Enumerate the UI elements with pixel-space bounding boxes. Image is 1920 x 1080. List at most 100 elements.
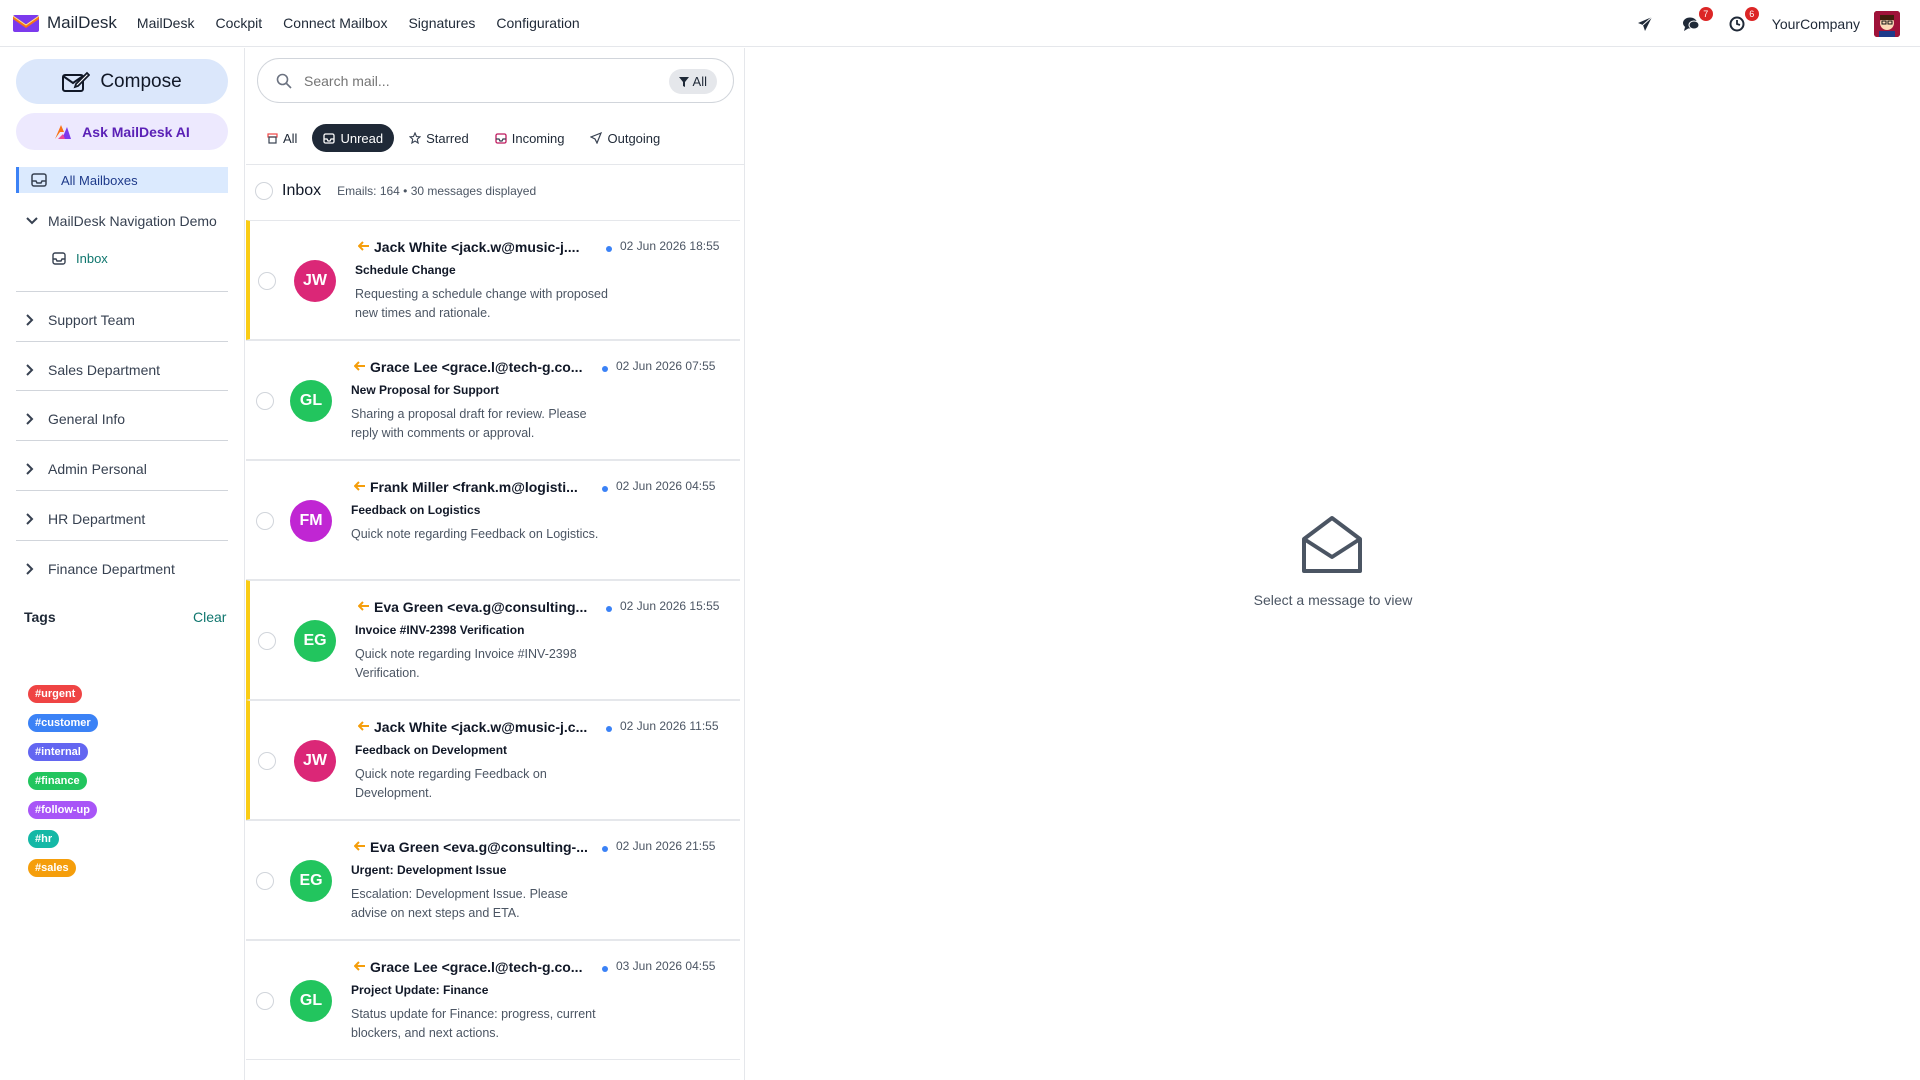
- message-sender: Frank Miller <frank.m@logisti...: [370, 479, 578, 495]
- message-row[interactable]: JW Jack White <jack.w@music-j.... 02 Jun 2…: [246, 220, 740, 340]
- menu-maildesk[interactable]: MailDesk: [137, 15, 195, 31]
- mailbox-group-sales-toggle[interactable]: Sales Department: [16, 357, 228, 383]
- mailbox-group-label: HR Department: [48, 511, 146, 527]
- mailbox-group-hr-toggle[interactable]: HR Department: [16, 506, 228, 532]
- message-date: 03 Jun 2026 04:55: [616, 959, 716, 973]
- compose-icon: [62, 71, 91, 92]
- menu-configuration[interactable]: Configuration: [496, 15, 579, 31]
- tag-chip[interactable]: #customer: [28, 714, 98, 732]
- mailbox-group-finance-toggle[interactable]: Finance Department: [16, 556, 228, 582]
- message-date: 02 Jun 2026 21:55: [616, 839, 716, 853]
- message-sender: Jack White <jack.w@music-j.c...: [374, 719, 588, 735]
- ask-ai-button[interactable]: Ask MailDesk AI: [16, 113, 228, 150]
- tab-all[interactable]: All: [256, 124, 308, 152]
- message-select-checkbox[interactable]: [256, 872, 274, 890]
- sender-avatar: JW: [294, 740, 336, 782]
- message-select-checkbox[interactable]: [256, 512, 274, 530]
- tags-clear-link[interactable]: Clear: [193, 609, 226, 625]
- unread-dot: [602, 846, 608, 852]
- message-row[interactable]: EG Eva Green <eva.g@consulting... 02 Jun 2…: [246, 580, 740, 700]
- message-row[interactable]: GL Grace Lee <grace.l@tech-g.co... 02 Jun …: [246, 340, 740, 460]
- chevron-down-icon: [26, 217, 40, 225]
- user-avatar[interactable]: [1874, 10, 1900, 37]
- tag-chip[interactable]: #follow-up: [28, 801, 97, 819]
- compose-button[interactable]: Compose: [16, 59, 228, 104]
- tag-chip[interactable]: #hr: [28, 830, 60, 848]
- divider: [16, 291, 228, 292]
- unread-dot: [606, 606, 612, 612]
- message-select-checkbox[interactable]: [258, 272, 276, 290]
- reading-pane: Select a message to view: [746, 48, 1920, 1080]
- message-row[interactable]: EG Eva Green <eva.g@consulting-... 02 Jun …: [246, 820, 740, 940]
- message-list-pane: All All Unread Starred Incoming Outgoing…: [246, 48, 745, 1080]
- mailbox-group-finance: Finance Department: [16, 556, 228, 582]
- filter-icon: [678, 76, 689, 87]
- mailbox-group-admin: Admin Personal: [16, 456, 228, 482]
- mailbox-group-support-toggle[interactable]: Support Team: [16, 307, 228, 333]
- menu-cockpit[interactable]: Cockpit: [215, 15, 262, 31]
- tab-outgoing[interactable]: Outgoing: [579, 124, 671, 152]
- message-row[interactable]: GL Grace Lee <grace.l@tech-g.co... 03 Jun …: [246, 940, 740, 1060]
- brand[interactable]: MailDesk: [13, 13, 117, 33]
- company-switcher[interactable]: YourCompany: [1772, 16, 1860, 32]
- unread-dot: [602, 366, 608, 372]
- search-input[interactable]: [304, 72, 644, 89]
- chat-icon[interactable]: 7: [1680, 6, 1713, 35]
- brand-name: MailDesk: [47, 13, 117, 32]
- message-subject: Feedback on Development: [355, 743, 508, 757]
- inbox-item[interactable]: Inbox: [16, 245, 228, 271]
- tab-unread[interactable]: Unread: [312, 124, 395, 152]
- menu-signatures[interactable]: Signatures: [408, 15, 475, 31]
- filter-dropdown[interactable]: All: [668, 69, 717, 94]
- message-row[interactable]: FM Frank Miller <frank.m@logisti... 02 Jun…: [246, 460, 740, 580]
- message-sender: Eva Green <eva.g@consulting...: [374, 599, 588, 615]
- mailbox-group-label: Support Team: [48, 312, 135, 328]
- clock-activity-icon[interactable]: 6: [1726, 6, 1759, 35]
- mailbox-group-general-toggle[interactable]: General Info: [16, 406, 228, 432]
- menu-connect-mailbox[interactable]: Connect Mailbox: [283, 15, 387, 31]
- unread-dot: [606, 246, 612, 252]
- message-select-checkbox[interactable]: [258, 752, 276, 770]
- mailbox-group-demo: MailDesk Navigation Demo Inbox: [16, 208, 228, 271]
- unread-dot: [602, 486, 608, 492]
- message-select-checkbox[interactable]: [258, 632, 276, 650]
- incoming-arrow-icon: [354, 841, 365, 851]
- mailbox-group-label: Finance Department: [48, 561, 175, 577]
- message-subject: Project Update: Finance: [351, 983, 489, 997]
- compose-label: Compose: [100, 70, 182, 92]
- tag-chip[interactable]: #urgent: [28, 685, 83, 703]
- tab-incoming[interactable]: Incoming: [484, 124, 576, 152]
- tab-label: Incoming: [511, 130, 565, 146]
- paper-plane-icon[interactable]: [1634, 13, 1656, 35]
- inbox-icon: [52, 251, 66, 265]
- inbox-header: Inbox Emails: 164 • 30 messages displaye…: [246, 164, 744, 216]
- mailbox-group-general: General Info: [16, 406, 228, 432]
- tags-title: Tags: [24, 609, 56, 625]
- inbox-title: Inbox: [282, 181, 322, 199]
- archive-icon: [267, 132, 278, 144]
- top-menu: MailDesk Cockpit Connect Mailbox Signatu…: [137, 15, 601, 31]
- mailbox-group-demo-label: MailDesk Navigation Demo: [48, 213, 217, 229]
- tag-chip[interactable]: #sales: [28, 859, 76, 877]
- tab-starred[interactable]: Starred: [398, 124, 480, 152]
- avatar-initials: JW: [303, 272, 327, 289]
- message-subject: Urgent: Development Issue: [351, 863, 507, 877]
- message-select-checkbox[interactable]: [256, 392, 274, 410]
- incoming-arrow-icon: [354, 481, 365, 491]
- tag-chip[interactable]: #finance: [28, 772, 87, 790]
- tag-chip[interactable]: #internal: [28, 743, 88, 761]
- message-row[interactable]: JW Jack White <jack.w@music-j.c... 02 Jun …: [246, 700, 740, 820]
- mailbox-group-demo-toggle[interactable]: MailDesk Navigation Demo: [16, 208, 228, 234]
- envelope-open-icon: [323, 132, 336, 144]
- select-all-checkbox[interactable]: [255, 181, 273, 200]
- systray: 7 6 YourCompany: [1610, 0, 1900, 47]
- message-select-checkbox[interactable]: [256, 992, 274, 1010]
- filter-tabs: All Unread Starred Incoming Outgoing: [256, 124, 675, 152]
- chevron-right-icon: [26, 463, 40, 475]
- all-mailboxes-item[interactable]: All Mailboxes: [16, 167, 228, 193]
- mailbox-group-label: Admin Personal: [48, 461, 147, 477]
- sender-avatar: GL: [290, 380, 332, 422]
- mailbox-group-admin-toggle[interactable]: Admin Personal: [16, 456, 228, 482]
- chevron-right-icon: [26, 314, 40, 326]
- sidebar: Compose Ask MailDesk AI All Mailboxes Ma…: [0, 48, 245, 1080]
